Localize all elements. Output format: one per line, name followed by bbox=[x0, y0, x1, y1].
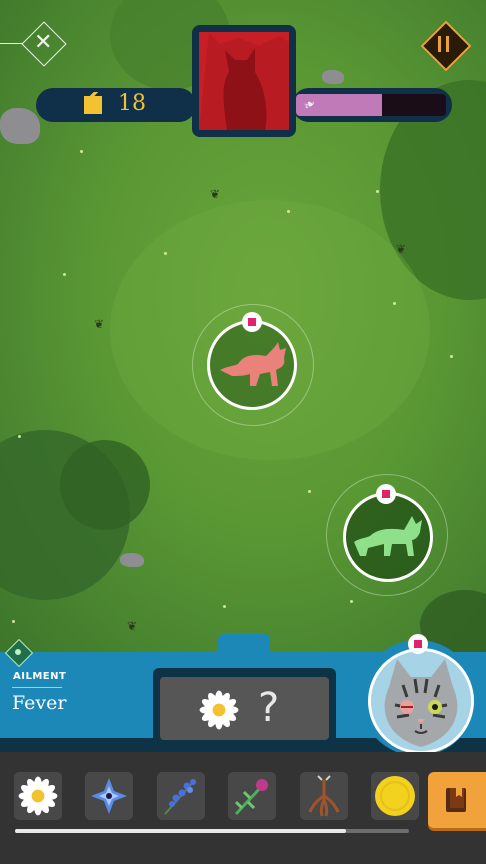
close-icon: ✕ bbox=[34, 30, 53, 55]
close-button-line bbox=[0, 43, 22, 44]
cat-silhouette-icon bbox=[199, 32, 289, 130]
daisy-icon bbox=[18, 776, 58, 816]
blue-star-flower-icon bbox=[91, 778, 127, 814]
bush-left-2 bbox=[60, 440, 150, 530]
close-button[interactable]: ✕ bbox=[21, 21, 67, 67]
target-portrait-frame bbox=[192, 25, 296, 137]
sparkle bbox=[63, 273, 66, 276]
herb-slot-daisy[interactable] bbox=[14, 772, 62, 820]
sparkle bbox=[18, 435, 21, 438]
rock bbox=[0, 108, 40, 144]
cat-coin-icon bbox=[84, 92, 102, 114]
sparkle bbox=[12, 620, 15, 623]
pause-icon bbox=[438, 36, 450, 52]
sparkle bbox=[80, 150, 83, 153]
ailment-divider bbox=[12, 687, 62, 688]
herb-scroll-thumb[interactable] bbox=[15, 829, 346, 833]
progress-panel: ❧ bbox=[292, 88, 452, 122]
ailment-name: Fever bbox=[12, 692, 67, 714]
butterfly-icon: ❦ bbox=[210, 187, 221, 201]
sparkle bbox=[376, 190, 379, 193]
herb-slot-blue-star-flower[interactable] bbox=[85, 772, 133, 820]
golden-coin-icon bbox=[375, 776, 415, 816]
green-cat-icon bbox=[354, 516, 422, 556]
butterfly-icon: ❦ bbox=[396, 242, 407, 256]
patient-alert-pin-icon bbox=[408, 634, 428, 654]
herb-slot-golden-coin[interactable] bbox=[371, 772, 419, 820]
herb-slot-thistle[interactable] bbox=[228, 772, 276, 820]
sparkle bbox=[350, 600, 353, 603]
herb-slot-root[interactable] bbox=[300, 772, 348, 820]
sparkle bbox=[393, 302, 396, 305]
diagnosis-box[interactable] bbox=[160, 677, 329, 740]
butterfly-icon: ❦ bbox=[127, 619, 138, 633]
herb-book-button[interactable] bbox=[428, 772, 486, 828]
unknown-remedy-mark: ? bbox=[258, 685, 280, 731]
butterfly-icon: ❦ bbox=[94, 317, 105, 331]
panel-notch bbox=[218, 634, 270, 654]
pause-button[interactable] bbox=[420, 20, 472, 72]
target-cat-portrait bbox=[199, 32, 289, 130]
sparkle bbox=[223, 605, 226, 608]
score-value: 18 bbox=[118, 91, 146, 116]
herb-slot-lavender[interactable] bbox=[157, 772, 205, 820]
score-panel: 18 bbox=[36, 88, 196, 122]
sparkle bbox=[450, 355, 453, 358]
green-cat-target[interactable] bbox=[326, 474, 450, 598]
paw-dot bbox=[15, 649, 21, 655]
root-icon bbox=[308, 775, 340, 817]
lavender-icon bbox=[164, 779, 196, 815]
pink-cat-icon bbox=[220, 342, 286, 386]
thistle-icon bbox=[234, 779, 268, 816]
alert-pin-icon bbox=[242, 312, 262, 332]
rock bbox=[322, 70, 344, 84]
ailment-label: AILMENT bbox=[13, 671, 67, 682]
sparkle bbox=[164, 252, 167, 255]
sparkle bbox=[308, 490, 311, 493]
progress-track bbox=[296, 94, 446, 116]
sparkle bbox=[287, 210, 290, 213]
rock bbox=[120, 553, 144, 567]
tabby-cat-portrait[interactable] bbox=[368, 648, 474, 754]
pink-cat-target[interactable] bbox=[192, 304, 314, 426]
daisy-icon bbox=[199, 690, 239, 730]
book-icon bbox=[446, 788, 466, 812]
alert-pin-icon bbox=[376, 484, 396, 504]
